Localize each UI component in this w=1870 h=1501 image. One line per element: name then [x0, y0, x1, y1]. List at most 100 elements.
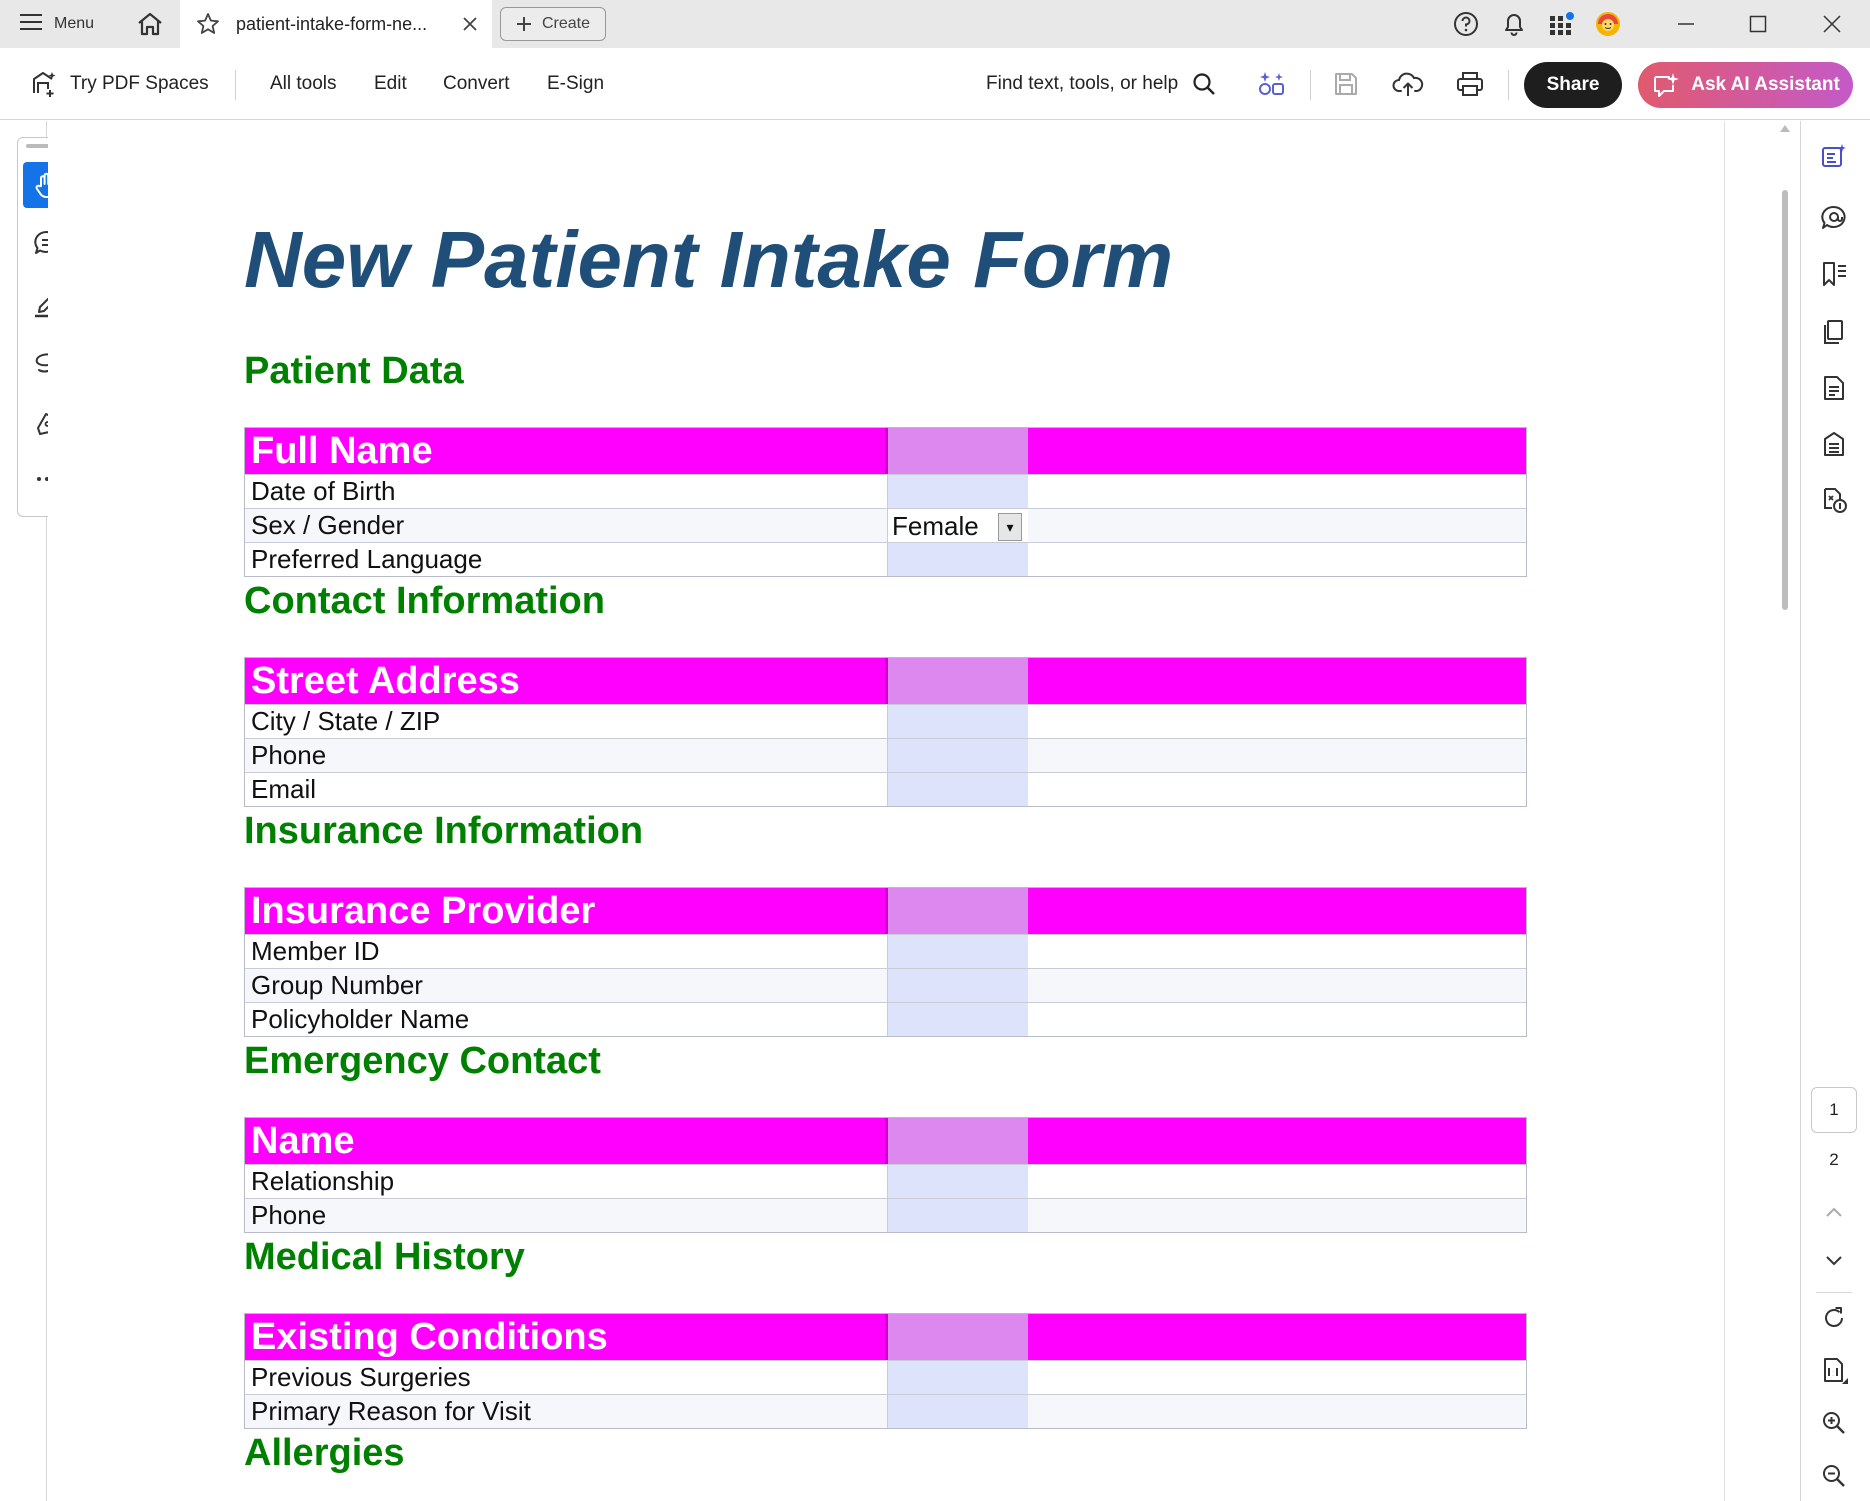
share-button[interactable]: Share	[1524, 62, 1622, 108]
app-menu-button[interactable]: Menu	[20, 10, 94, 38]
current-page-indicator[interactable]: 1	[1811, 1087, 1857, 1133]
printer-icon	[1457, 72, 1483, 96]
home-button[interactable]	[134, 10, 166, 38]
insurance-information-table: Insurance Provider Member ID Group Numbe…	[244, 887, 1527, 1037]
sex-gender-value: Female	[892, 510, 979, 541]
sex-gender-dropdown[interactable]: Female ▾	[890, 510, 1024, 542]
previous-surgeries-input[interactable]	[888, 1361, 1028, 1394]
zoom-in-button[interactable]	[1812, 1403, 1856, 1443]
existing-conditions-input[interactable]	[888, 1314, 1028, 1360]
field-label-date-of-birth: Date of Birth	[245, 475, 888, 508]
preferred-language-input[interactable]	[888, 543, 1028, 576]
field-label-member-id: Member ID	[245, 935, 888, 968]
hamburger-icon	[20, 13, 42, 36]
maximize-button[interactable]	[1736, 4, 1780, 44]
toolbar-divider	[1508, 70, 1509, 100]
comments-panel-button[interactable]	[1812, 198, 1856, 238]
ask-ai-label: Ask AI Assistant	[1691, 74, 1840, 95]
table-header-row: Name	[245, 1118, 1526, 1164]
accessibility-panel-button[interactable]	[1812, 480, 1856, 520]
ai-sparkle-shapes-icon	[1259, 72, 1284, 95]
ai-tools-button[interactable]	[1252, 66, 1292, 102]
document-panel-button[interactable]	[1812, 368, 1856, 408]
section-title-patient-data: Patient Data	[244, 350, 464, 392]
full-name-input[interactable]	[888, 428, 1028, 474]
star-icon[interactable]	[196, 12, 224, 36]
user-avatar[interactable]	[1590, 6, 1626, 42]
save-button[interactable]	[1326, 66, 1366, 102]
street-address-input[interactable]	[888, 658, 1028, 704]
close-tab-icon[interactable]	[460, 17, 480, 31]
apps-button[interactable]	[1544, 6, 1580, 42]
section-title-medical-history: Medical History	[244, 1236, 525, 1278]
minimize-button[interactable]	[1664, 4, 1708, 44]
ask-ai-assistant-button[interactable]: Ask AI Assistant	[1638, 62, 1853, 108]
toolbar-divider	[235, 70, 236, 100]
edit-pdf-panel-button[interactable]	[1812, 136, 1856, 176]
phone-input[interactable]	[888, 739, 1028, 772]
scrollbar-thumb[interactable]	[1782, 190, 1788, 610]
maximize-icon	[1749, 15, 1767, 33]
fit-page-button[interactable]	[1812, 1350, 1856, 1390]
bookmarks-panel-button[interactable]	[1812, 254, 1856, 294]
primary-reason-input[interactable]	[888, 1395, 1028, 1428]
notifications-button[interactable]	[1496, 6, 1532, 42]
rotate-button[interactable]	[1812, 1298, 1856, 1338]
chevron-down-icon	[1826, 1256, 1842, 1266]
email-input[interactable]	[888, 773, 1028, 806]
create-button[interactable]: Create	[500, 7, 606, 41]
table-row: Primary Reason for Visit	[245, 1394, 1526, 1428]
table-row: Group Number	[245, 968, 1526, 1002]
pages-panel-button[interactable]	[1812, 312, 1856, 352]
protect-panel-button[interactable]	[1812, 424, 1856, 464]
date-of-birth-input[interactable]	[888, 475, 1028, 508]
table-header-row: Full Name	[245, 428, 1526, 474]
comments-panel-icon	[1821, 205, 1846, 229]
pdf-spaces-label: Try PDF Spaces	[70, 73, 209, 94]
find-label: Find text, tools, or help	[986, 73, 1179, 94]
section-title-allergies: Allergies	[244, 1432, 405, 1474]
document-tab[interactable]: patient-intake-form-ne...	[180, 0, 492, 48]
field-label-policyholder-name: Policyholder Name	[245, 1003, 888, 1036]
city-state-zip-input[interactable]	[888, 705, 1028, 738]
emergency-name-input[interactable]	[888, 1118, 1028, 1164]
pdf-spaces-button[interactable]: Try PDF Spaces	[28, 68, 209, 100]
menu-e-sign[interactable]: E-Sign	[547, 68, 604, 100]
next-page-button[interactable]	[1812, 1241, 1856, 1281]
toolbar-divider	[1310, 70, 1311, 100]
emergency-phone-input[interactable]	[888, 1199, 1028, 1232]
relationship-input[interactable]	[888, 1165, 1028, 1198]
table-row: Previous Surgeries	[245, 1360, 1526, 1394]
field-label-street-address: Street Address	[245, 658, 888, 704]
table-row: City / State / ZIP	[245, 704, 1526, 738]
close-window-button[interactable]	[1810, 4, 1854, 44]
find-search-box[interactable]: Find text, tools, or help	[986, 68, 1216, 100]
field-label-name: Name	[245, 1118, 888, 1164]
policyholder-name-input[interactable]	[888, 1003, 1028, 1036]
upload-cloud-button[interactable]	[1388, 66, 1428, 102]
menu-edit[interactable]: Edit	[374, 68, 407, 100]
group-number-input[interactable]	[888, 969, 1028, 1002]
table-row: Member ID	[245, 934, 1526, 968]
document-icon	[1824, 376, 1844, 400]
scroll-up-arrow-icon[interactable]	[1780, 124, 1790, 132]
form-title: New Patient Intake Form	[244, 215, 1174, 304]
help-button[interactable]	[1448, 6, 1484, 42]
chevron-up-icon	[1826, 1207, 1842, 1217]
menu-convert[interactable]: Convert	[443, 68, 510, 100]
menu-label: Menu	[54, 15, 95, 32]
previous-page-button[interactable]	[1812, 1192, 1856, 1232]
table-row: Phone	[245, 738, 1526, 772]
field-label-sex-gender: Sex / Gender	[245, 509, 888, 542]
member-id-input[interactable]	[888, 935, 1028, 968]
page-2-link[interactable]: 2	[1811, 1140, 1857, 1180]
field-label-email: Email	[245, 773, 888, 806]
menu-all-tools[interactable]: All tools	[270, 68, 337, 100]
avatar-icon	[1596, 12, 1620, 36]
zoom-out-icon	[1823, 1465, 1845, 1487]
insurance-provider-input[interactable]	[888, 888, 1028, 934]
print-button[interactable]	[1450, 66, 1490, 102]
zoom-out-button[interactable]	[1812, 1456, 1856, 1496]
dropdown-arrow-icon[interactable]: ▾	[998, 513, 1022, 541]
vertical-scrollbar[interactable]	[1724, 121, 1800, 1501]
